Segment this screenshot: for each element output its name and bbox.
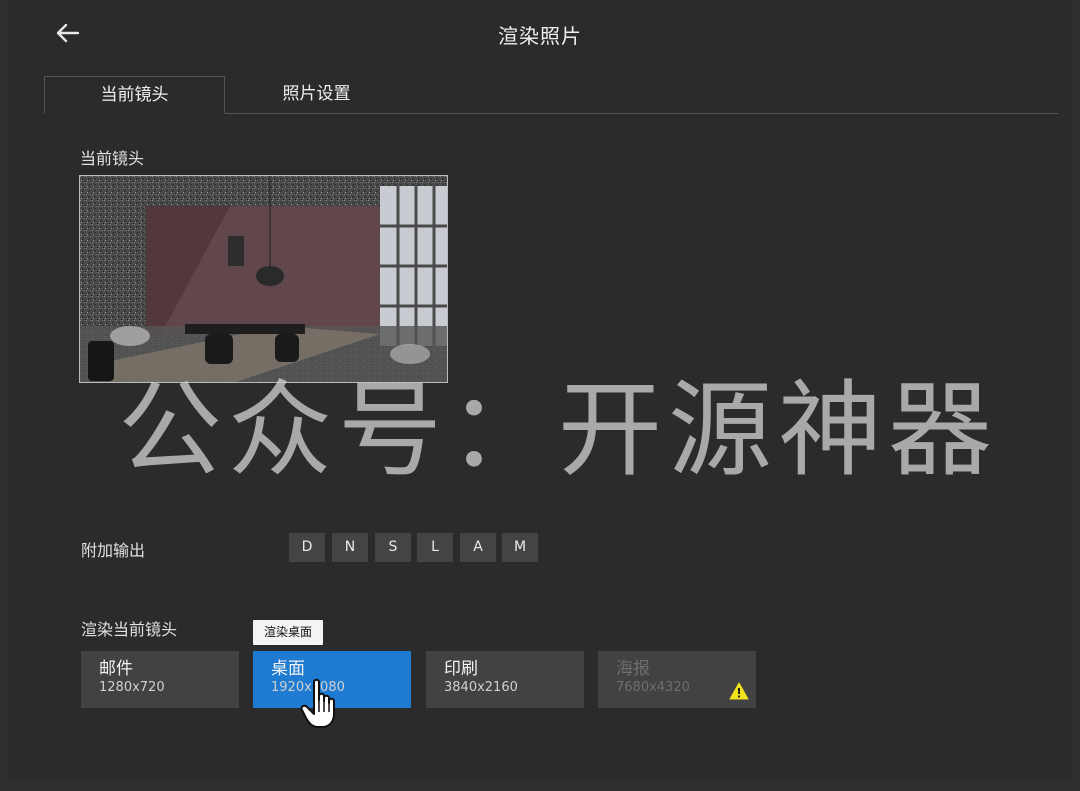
preset-name: 印刷 (444, 659, 478, 679)
hand-cursor-icon (300, 678, 335, 728)
preset-resolution: 3840x2160 (444, 680, 518, 695)
preset-resolution: 1920x1080 (271, 680, 345, 695)
aov-a-button[interactable]: A (460, 533, 496, 562)
render-desktop-tooltip: 渲染桌面 (253, 620, 323, 645)
extra-outputs-label: 附加输出 (81, 541, 146, 560)
render-photo-panel: 渲染照片 当前镜头 照片设置 当前镜头 公众号：开源神器 附加输出 D N S … (8, 0, 1072, 779)
render-current-camera-label: 渲染当前镜头 (81, 620, 178, 639)
preset-name: 邮件 (99, 659, 133, 679)
aov-n-button[interactable]: N (332, 533, 368, 562)
tab-current-camera[interactable]: 当前镜头 (44, 76, 225, 114)
watermark-text: 公众号：开源神器 (118, 369, 999, 491)
page-title: 渲染照片 (498, 24, 582, 48)
preset-email-button[interactable]: 邮件 1280x720 (81, 651, 239, 708)
aov-d-button[interactable]: D (289, 533, 325, 562)
preset-name: 海报 (616, 659, 650, 679)
tab-photo-settings[interactable]: 照片设置 (225, 76, 408, 113)
preset-print-button[interactable]: 印刷 3840x2160 (426, 651, 584, 708)
preset-name: 桌面 (271, 659, 305, 679)
preset-resolution: 1280x720 (99, 680, 165, 695)
warning-icon (729, 682, 749, 700)
current-camera-label: 当前镜头 (80, 149, 145, 168)
aov-l-button[interactable]: L (417, 533, 453, 562)
aov-m-button[interactable]: M (502, 533, 538, 562)
tab-bar: 当前镜头 照片设置 (44, 76, 1058, 114)
aov-s-button[interactable]: S (375, 533, 411, 562)
